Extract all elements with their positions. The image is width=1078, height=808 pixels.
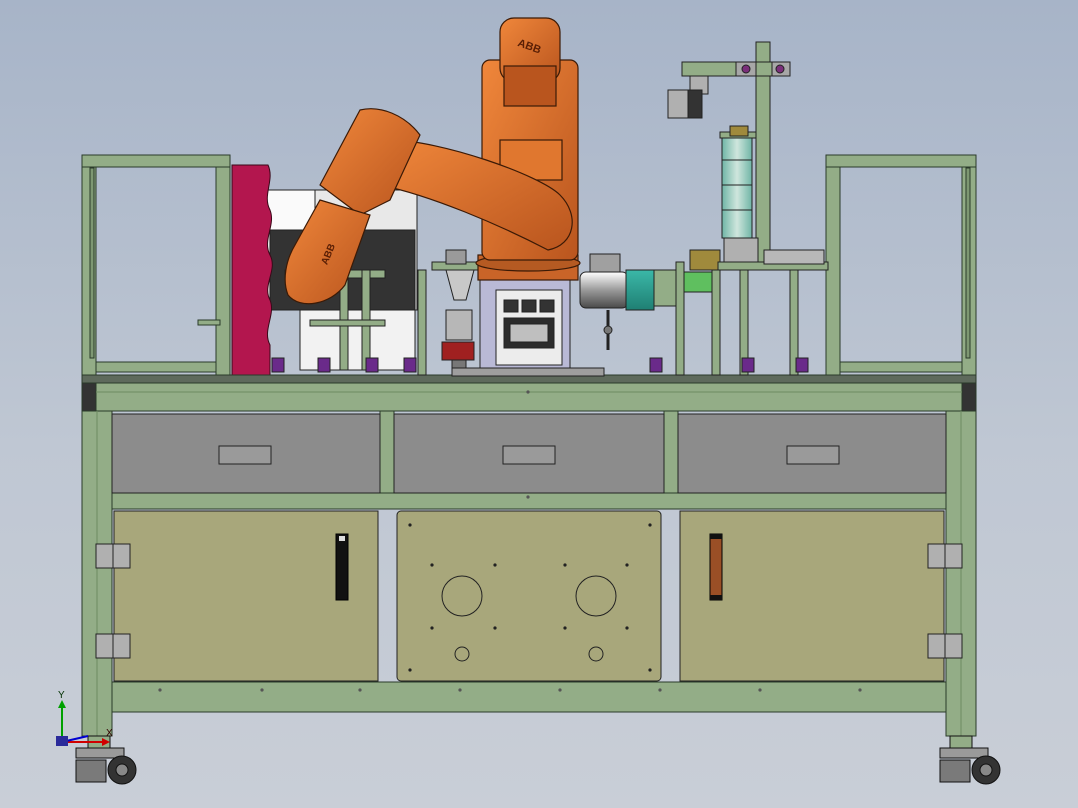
vertical-gantry [667,41,829,376]
electric-screwdriver [579,271,629,309]
door-left[interactable] [113,510,379,682]
drawer-left[interactable] [111,413,381,494]
assembly-drawing: ABB ABB Y X [56,17,1001,785]
caster-right [939,735,1001,785]
magenta-guard-plate [231,164,273,376]
screw-feeder-module [579,249,721,376]
access-panel-center [396,510,662,682]
cad-viewport[interactable]: ABB ABB Y X [0,0,1078,808]
drawer-middle[interactable] [393,413,665,494]
drawer-handle[interactable] [218,445,272,465]
door-handle[interactable] [709,533,723,601]
left-enclosure-frame [81,154,231,381]
drawer-handle[interactable] [502,445,556,465]
feed-tube [721,137,753,239]
axis-y-label: Y [58,690,65,701]
drawer-right[interactable] [677,413,947,494]
door-handle[interactable] [335,533,349,601]
door-right[interactable] [679,510,945,682]
drawer-handle[interactable] [786,445,840,465]
right-enclosure-frame [825,154,977,381]
axis-x-label: X [106,728,113,739]
